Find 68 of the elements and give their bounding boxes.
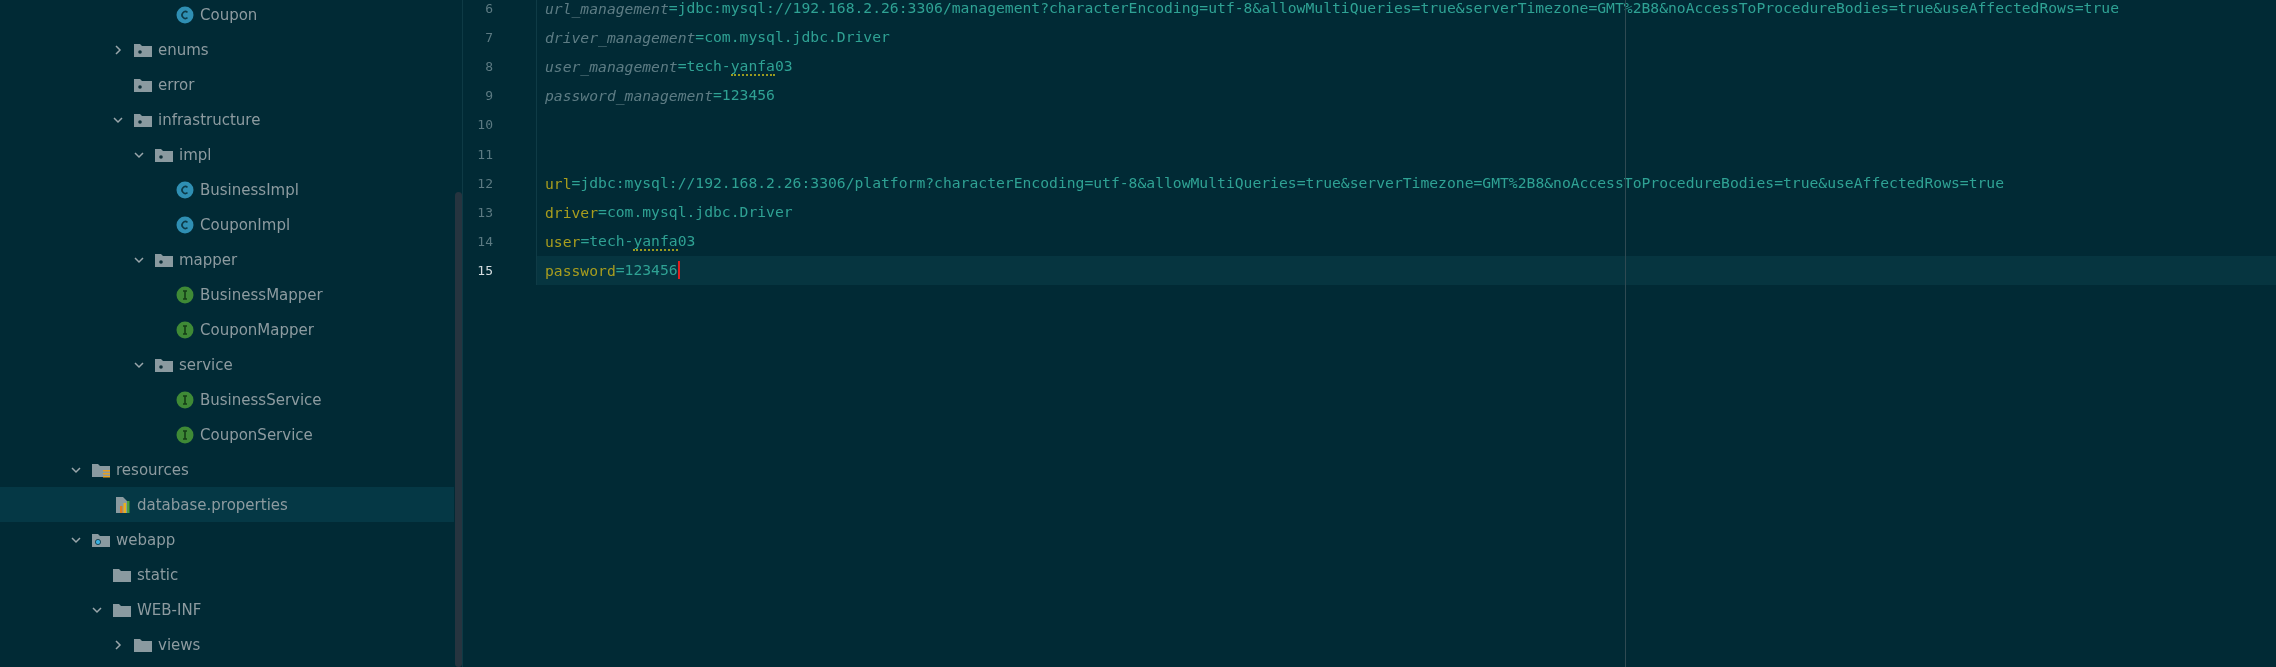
tree-item[interactable]: BusinessService (0, 382, 454, 417)
tree-item[interactable]: BusinessMapper (0, 277, 454, 312)
web-folder-icon (92, 531, 110, 548)
tree-item[interactable]: impl (0, 137, 454, 172)
property-value: =123456 (713, 86, 775, 104)
line-number: 10 (476, 117, 493, 133)
package-folder-icon (155, 146, 173, 163)
property-key: password_management (545, 87, 713, 105)
tree-item[interactable]: infrastructure (0, 102, 454, 137)
property-key: driver (545, 203, 599, 221)
folder-icon (134, 636, 152, 653)
line-number: 9 (484, 88, 493, 104)
line-number: 7 (484, 30, 493, 46)
interface-icon (176, 425, 194, 444)
resources-folder-icon (92, 461, 110, 478)
tree-item[interactable]: error (0, 67, 454, 102)
tree-item[interactable]: CouponMapper (0, 312, 454, 347)
package-folder-icon (155, 251, 173, 268)
property-value: =jdbc:mysql://192.168.2.26:3306/management?characterEncoding=utf-8&allowMultiQueries=true&serverTimezone=GMT%2B8&noAccessToProcedureBodies=true&useAffectedRows=true (668, 0, 2119, 17)
class-icon (176, 5, 194, 24)
tree-item[interactable]: service (0, 347, 454, 382)
line-number: 12 (476, 175, 493, 191)
package-folder-icon (134, 76, 152, 93)
scrollbar[interactable] (455, 192, 462, 667)
package-folder-icon (155, 356, 173, 373)
class-icon (176, 215, 194, 234)
interface-icon (176, 390, 194, 409)
text-cursor (677, 261, 680, 280)
interface-icon (176, 320, 194, 339)
tree-item[interactable]: enums (0, 32, 454, 67)
property-key: user (545, 232, 581, 250)
tree-item[interactable]: BusinessImpl (0, 172, 454, 207)
properties-file-icon (113, 495, 131, 514)
tree-item[interactable]: resources (0, 452, 454, 487)
tree-item[interactable]: mapper (0, 242, 454, 277)
line-number: 8 (484, 59, 493, 75)
tree-item[interactable]: CouponImpl (0, 207, 454, 242)
tree-item[interactable]: views (0, 627, 454, 662)
property-key: password (545, 261, 616, 279)
line-number: 15 (476, 262, 493, 278)
class-icon (176, 180, 194, 199)
property-value: =com.mysql.jdbc.Driver (695, 28, 890, 46)
property-key: url_management (545, 0, 669, 18)
line-number: 6 (484, 1, 493, 17)
chevron-icon[interactable] (112, 638, 124, 651)
tree-item[interactable]: static (0, 557, 454, 592)
package-folder-icon (134, 41, 152, 58)
tree-item[interactable]: CouponService (0, 417, 454, 452)
tree-item[interactable]: Coupon (0, 0, 454, 32)
property-value: =tech-yanfa03 (677, 57, 793, 77)
line-number: 13 (476, 204, 493, 220)
property-value: =jdbc:mysql://192.168.2.26:3306/platform?characterEncoding=utf-8&allowMultiQueries=true&serverTimezone=GMT%2B8&noAccessToProcedureBodies=true&useAffectedRows=true (571, 173, 2005, 193)
property-value: =123456 (615, 260, 678, 278)
package-folder-icon (134, 111, 152, 128)
tree-item[interactable]: webapp (0, 522, 454, 557)
property-key: driver_management (545, 29, 696, 47)
folder-icon (113, 601, 131, 618)
line-number: 11 (476, 146, 493, 162)
tree-item[interactable]: database.properties (0, 487, 454, 522)
property-key: user_management (545, 58, 678, 76)
property-key: url (545, 174, 572, 192)
interface-icon (176, 285, 194, 304)
folder-icon (113, 566, 131, 583)
line-number: 14 (476, 233, 493, 249)
property-value: =tech-yanfa03 (580, 231, 696, 251)
tree-item[interactable]: WEB-INF (0, 592, 454, 627)
property-value: =com.mysql.jdbc.Driver (598, 202, 793, 222)
chevron-icon[interactable] (112, 43, 124, 56)
